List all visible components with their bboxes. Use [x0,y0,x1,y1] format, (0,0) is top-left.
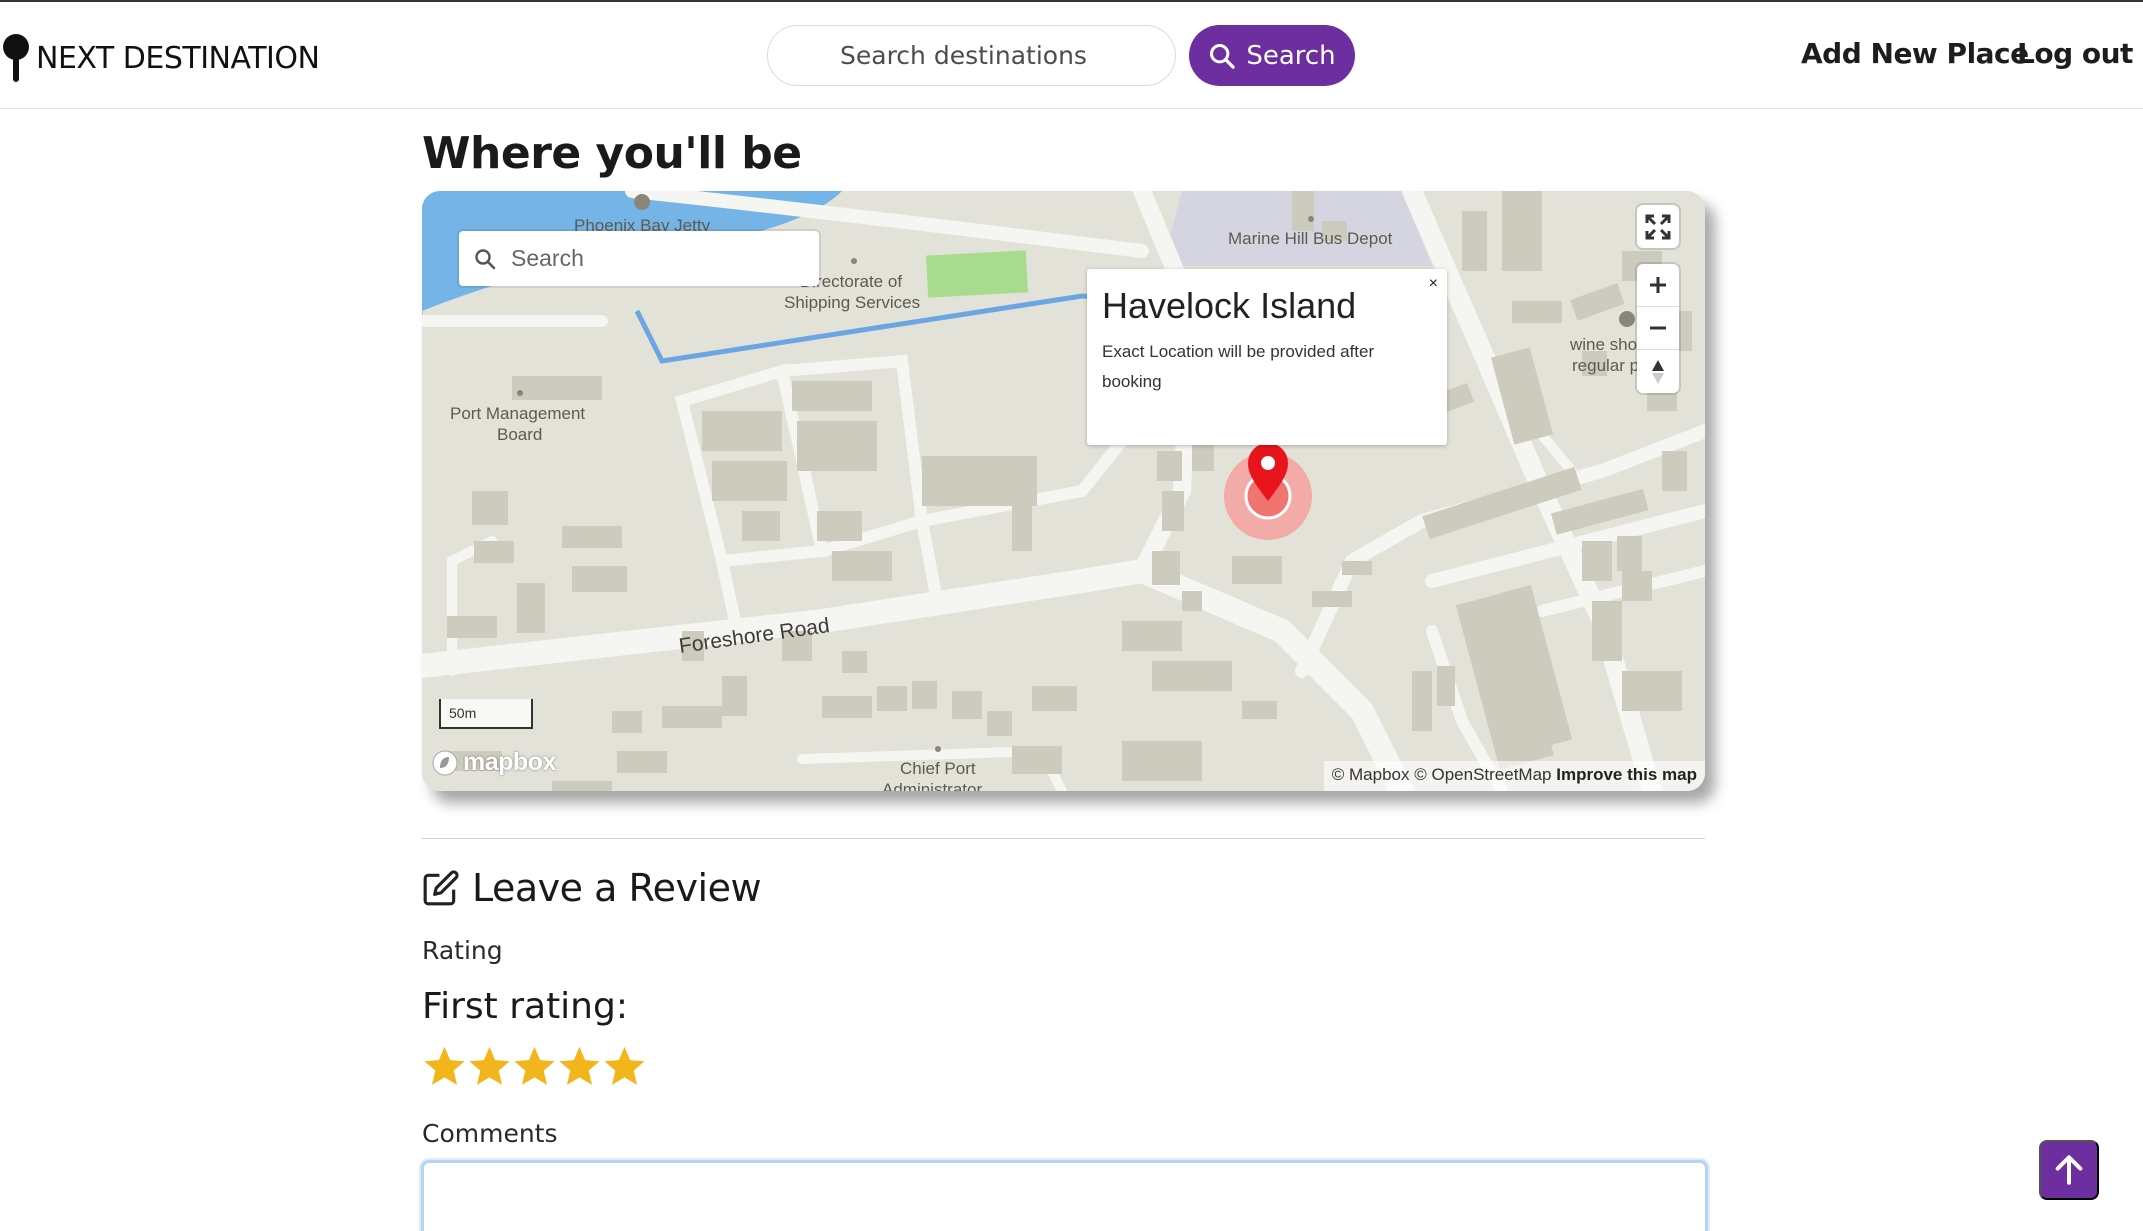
mapbox-icon [432,750,458,775]
map-attribution: © Mapbox © OpenStreetMap Improve this ma… [1323,761,1705,791]
search-icon [475,248,496,269]
brand-name: NEXT DESTINATION [36,40,320,76]
map-scale: 50m [439,699,533,729]
map-label-wine-shop-2: regular p [1572,356,1639,375]
fullscreen-icon [1645,214,1671,239]
comments-textarea[interactable] [421,1160,1708,1231]
location-popup: × Havelock Island Exact Location will be… [1087,269,1447,445]
mapbox-logo-text: mapbox [463,748,556,776]
attribution-mapbox-link[interactable]: © Mapbox [1332,765,1410,784]
improve-map-link[interactable]: Improve this map [1556,765,1697,784]
search-button[interactable]: Search [1189,25,1355,86]
map-label-chief-port-1: Chief Port [900,759,976,778]
map-search-input[interactable] [511,245,791,272]
minus-icon [1650,326,1666,330]
map-search-box[interactable] [459,231,819,286]
attribution-osm-link[interactable]: © OpenStreetMap [1414,765,1551,784]
reset-north-button[interactable] [1637,350,1679,393]
comments-label: Comments [422,1119,558,1148]
review-heading: Leave a Review [422,866,762,910]
section-divider [422,838,1705,839]
brand-logo-link[interactable]: NEXT DESTINATION [0,32,320,84]
map-label-chief-port-2: Administrator [882,780,982,791]
mapbox-logo[interactable]: mapbox [431,748,556,777]
zoom-out-button[interactable] [1637,307,1679,350]
plus-icon [1650,277,1666,293]
rating-label: Rating [422,936,503,965]
map-label-port-management-1: Port Management [450,404,585,423]
fullscreen-control [1637,205,1679,248]
edit-icon [423,870,459,906]
search-icon [1210,43,1236,69]
arrow-up-icon [2055,1155,2083,1185]
map-pin-icon [3,34,29,82]
map-label-wine-shop-1: wine shop [1569,335,1647,354]
star-icon[interactable] [512,1044,557,1089]
zoom-controls [1637,264,1679,393]
map-label-port-management-2: Board [497,425,542,444]
location-map[interactable]: Phoenix Bay Jetty Directorate of Shippin… [422,191,1705,791]
scroll-to-top-button[interactable] [2039,1140,2099,1200]
search-button-label: Search [1246,40,1336,71]
map-label-marine-hill: Marine Hill Bus Depot [1228,229,1393,248]
star-icon[interactable] [557,1044,602,1089]
destination-search-field[interactable] [767,25,1176,86]
map-label-directorate-2: Shipping Services [784,293,920,312]
star-icon[interactable] [602,1044,647,1089]
popup-title: Havelock Island [1102,285,1357,326]
review-heading-text: Leave a Review [472,866,762,910]
star-icon[interactable] [422,1044,467,1089]
popup-text: Exact Location will be provided after bo… [1102,342,1375,391]
compass-icon [1652,359,1664,384]
add-new-place-link[interactable]: Add New Place [1801,37,2029,70]
navbar: NEXT DESTINATION Search Add New Place Lo… [0,0,2143,109]
location-heading: Where you'll be [422,128,802,179]
log-out-link[interactable]: Log out [2017,37,2133,70]
fullscreen-button[interactable] [1637,205,1679,248]
destination-search-input[interactable] [840,41,1140,70]
star-icon[interactable] [467,1044,512,1089]
star-rating[interactable] [422,1044,647,1089]
popup-close-button[interactable]: × [1429,275,1438,293]
zoom-in-button[interactable] [1637,264,1679,307]
first-rating-label: First rating: [422,986,628,1027]
